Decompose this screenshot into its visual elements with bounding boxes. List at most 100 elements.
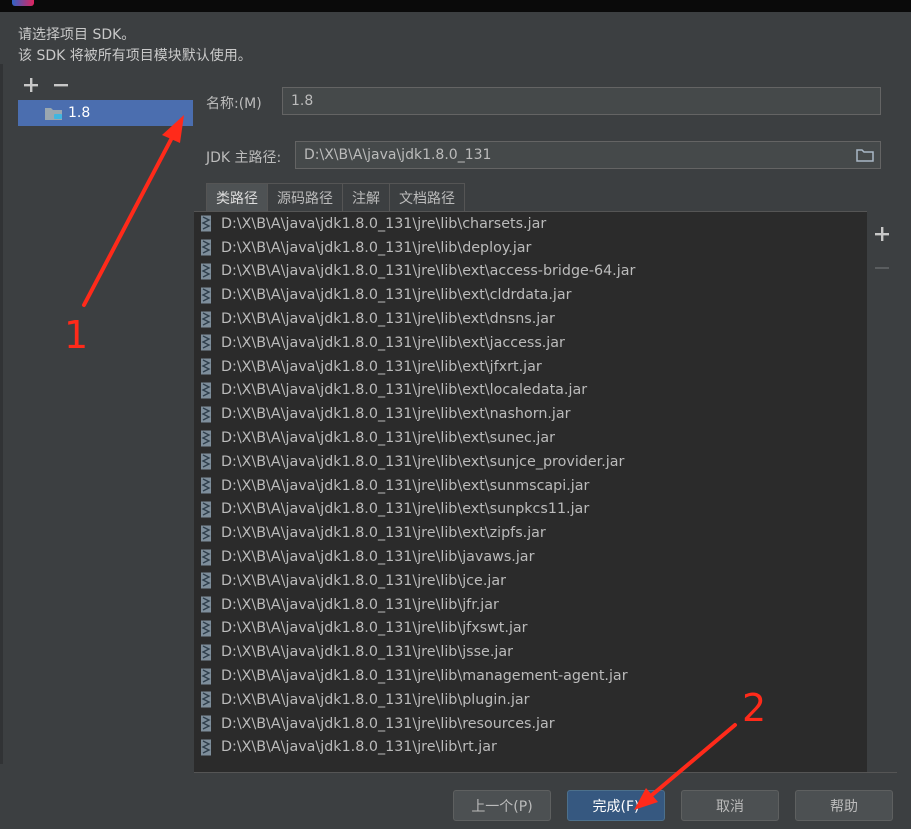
jar-archive-icon [200, 382, 212, 399]
classpath-entry-text: D:\X\B\A\java\jdk1.8.0_131\jre\lib\ext\z… [221, 525, 546, 542]
classpath-entry-text: D:\X\B\A\java\jdk1.8.0_131\jre\lib\manag… [221, 668, 628, 685]
sdk-list: 1.8 [18, 100, 193, 772]
classpath-entry-text: D:\X\B\A\java\jdk1.8.0_131\jre\lib\jfxsw… [221, 620, 528, 637]
classpath-entry-text: D:\X\B\A\java\jdk1.8.0_131\jre\lib\ext\s… [221, 430, 556, 447]
classpath-entry-text: D:\X\B\A\java\jdk1.8.0_131\jre\lib\plugi… [221, 691, 530, 708]
name-label: 名称:(M) [206, 96, 262, 112]
classpath-row[interactable]: D:\X\B\A\java\jdk1.8.0_131\jre\lib\jfr.j… [194, 593, 867, 617]
sdk-toolbar [18, 72, 74, 100]
classpath-row[interactable]: D:\X\B\A\java\jdk1.8.0_131\jre\lib\ext\c… [194, 283, 867, 307]
window-left-edge [0, 64, 3, 764]
classpath-row[interactable]: D:\X\B\A\java\jdk1.8.0_131\jre\lib\jfxsw… [194, 617, 867, 641]
classpath-entry-text: D:\X\B\A\java\jdk1.8.0_131\jre\lib\ext\s… [221, 477, 590, 494]
jar-archive-icon [200, 215, 212, 232]
minus-icon [875, 267, 889, 269]
classpath-entry-text: D:\X\B\A\java\jdk1.8.0_131\jre\lib\jce.j… [221, 572, 506, 589]
plus-icon [24, 78, 38, 92]
classpath-entry-text: D:\X\B\A\java\jdk1.8.0_131\jre\lib\ext\l… [221, 382, 588, 399]
jar-archive-icon [200, 691, 212, 708]
remove-sdk-button[interactable] [48, 72, 74, 98]
intro-line-2: 该 SDK 将被所有项目模块默认使用。 [18, 48, 252, 64]
classpath-row[interactable]: D:\X\B\A\java\jdk1.8.0_131\jre\lib\ext\s… [194, 426, 867, 450]
jar-archive-icon [200, 239, 212, 256]
classpath-row[interactable]: D:\X\B\A\java\jdk1.8.0_131\jre\lib\rt.ja… [194, 736, 867, 760]
classpath-entry-text: D:\X\B\A\java\jdk1.8.0_131\jre\lib\ext\n… [221, 406, 571, 423]
jar-archive-icon [200, 477, 212, 494]
classpath-row[interactable]: D:\X\B\A\java\jdk1.8.0_131\jre\lib\ext\a… [194, 260, 867, 284]
jar-archive-icon [200, 453, 212, 470]
jar-archive-icon [200, 430, 212, 447]
cancel-button[interactable]: 取消 [681, 790, 779, 821]
classpath-entry-text: D:\X\B\A\java\jdk1.8.0_131\jre\lib\ext\s… [221, 453, 625, 470]
classpath-entry-text: D:\X\B\A\java\jdk1.8.0_131\jre\lib\deplo… [221, 239, 532, 256]
jdk-home-value: D:\X\B\A\java\jdk1.8.0_131 [304, 147, 492, 163]
annotation-label-1: 1 [64, 313, 89, 357]
classpath-entry-text: D:\X\B\A\java\jdk1.8.0_131\jre\lib\ext\j… [221, 358, 542, 375]
previous-button[interactable]: 上一个(P) [453, 790, 551, 821]
jdk-folder-icon [44, 105, 64, 121]
jar-archive-icon [200, 644, 212, 661]
classpath-row[interactable]: D:\X\B\A\java\jdk1.8.0_131\jre\lib\ext\j… [194, 331, 867, 355]
classpath-row[interactable]: D:\X\B\A\java\jdk1.8.0_131\jre\lib\ext\z… [194, 521, 867, 545]
tab-classpath[interactable]: 类路径 [206, 183, 268, 212]
path-tabs: 类路径 源码路径 注解 文档路径 [206, 183, 465, 212]
sdk-name-value: 1.8 [291, 93, 314, 109]
jar-archive-icon [200, 311, 212, 328]
jar-archive-icon [200, 334, 212, 351]
classpath-toolbar [867, 211, 897, 772]
classpath-row[interactable]: D:\X\B\A\java\jdk1.8.0_131\jre\lib\ext\n… [194, 402, 867, 426]
classpath-row[interactable]: D:\X\B\A\java\jdk1.8.0_131\jre\lib\ext\d… [194, 307, 867, 331]
classpath-entry-text: D:\X\B\A\java\jdk1.8.0_131\jre\lib\resou… [221, 715, 555, 732]
classpath-row[interactable]: D:\X\B\A\java\jdk1.8.0_131\jre\lib\javaw… [194, 545, 867, 569]
annotation-label-2: 2 [742, 686, 767, 730]
jar-archive-icon [200, 572, 212, 589]
jdk-home-field[interactable]: D:\X\B\A\java\jdk1.8.0_131 [295, 141, 881, 169]
classpath-entry-text: D:\X\B\A\java\jdk1.8.0_131\jre\lib\jsse.… [221, 644, 514, 661]
classpath-row[interactable]: D:\X\B\A\java\jdk1.8.0_131\jre\lib\jce.j… [194, 569, 867, 593]
title-bar-strip [0, 0, 911, 12]
jar-archive-icon [200, 525, 212, 542]
sdk-item-label: 1.8 [68, 105, 91, 121]
sdk-list-item[interactable]: 1.8 [18, 100, 193, 126]
app-logo-icon [12, 0, 34, 6]
intro-line-1: 请选择项目 SDK。 [18, 27, 136, 43]
classpath-entry-text: D:\X\B\A\java\jdk1.8.0_131\jre\lib\ext\s… [221, 501, 590, 518]
jar-archive-icon [200, 739, 212, 756]
classpath-row[interactable]: D:\X\B\A\java\jdk1.8.0_131\jre\lib\deplo… [194, 236, 867, 260]
classpath-row[interactable]: D:\X\B\A\java\jdk1.8.0_131\jre\lib\jsse.… [194, 640, 867, 664]
classpath-row[interactable]: D:\X\B\A\java\jdk1.8.0_131\jre\lib\ext\l… [194, 379, 867, 403]
tab-sourcepath[interactable]: 源码路径 [267, 183, 343, 212]
jar-archive-icon [200, 406, 212, 423]
footer-divider [194, 772, 897, 773]
classpath-row[interactable]: D:\X\B\A\java\jdk1.8.0_131\jre\lib\ext\s… [194, 450, 867, 474]
jar-archive-icon [200, 620, 212, 637]
jar-archive-icon [200, 715, 212, 732]
browse-folder-icon[interactable] [856, 148, 874, 162]
classpath-entry-text: D:\X\B\A\java\jdk1.8.0_131\jre\lib\rt.ja… [221, 739, 497, 756]
classpath-entry-text: D:\X\B\A\java\jdk1.8.0_131\jre\lib\ext\d… [221, 311, 555, 328]
classpath-row[interactable]: D:\X\B\A\java\jdk1.8.0_131\jre\lib\chars… [194, 212, 867, 236]
classpath-row[interactable]: D:\X\B\A\java\jdk1.8.0_131\jre\lib\manag… [194, 664, 867, 688]
classpath-entry-text: D:\X\B\A\java\jdk1.8.0_131\jre\lib\javaw… [221, 549, 535, 566]
classpath-row[interactable]: D:\X\B\A\java\jdk1.8.0_131\jre\lib\ext\s… [194, 474, 867, 498]
sdk-name-field[interactable]: 1.8 [282, 87, 881, 115]
jar-archive-icon [200, 501, 212, 518]
tab-docpath[interactable]: 文档路径 [389, 183, 465, 212]
classpath-entry-text: D:\X\B\A\java\jdk1.8.0_131\jre\lib\chars… [221, 215, 547, 232]
classpath-entry-text: D:\X\B\A\java\jdk1.8.0_131\jre\lib\ext\j… [221, 334, 565, 351]
finish-button[interactable]: 完成(F) [567, 790, 665, 821]
minus-icon [54, 84, 68, 87]
plus-icon [875, 227, 889, 241]
help-button[interactable]: 帮助 [795, 790, 893, 821]
jar-archive-icon [200, 549, 212, 566]
remove-path-button[interactable] [873, 259, 891, 277]
classpath-row[interactable]: D:\X\B\A\java\jdk1.8.0_131\jre\lib\ext\s… [194, 498, 867, 522]
add-path-button[interactable] [873, 225, 891, 243]
jar-archive-icon [200, 596, 212, 613]
classpath-row[interactable]: D:\X\B\A\java\jdk1.8.0_131\jre\lib\ext\j… [194, 355, 867, 379]
jdk-home-label: JDK 主路径: [206, 150, 282, 166]
classpath-entry-text: D:\X\B\A\java\jdk1.8.0_131\jre\lib\jfr.j… [221, 596, 499, 613]
jar-archive-icon [200, 287, 212, 304]
tab-annotations[interactable]: 注解 [342, 183, 390, 212]
add-sdk-button[interactable] [18, 72, 44, 98]
